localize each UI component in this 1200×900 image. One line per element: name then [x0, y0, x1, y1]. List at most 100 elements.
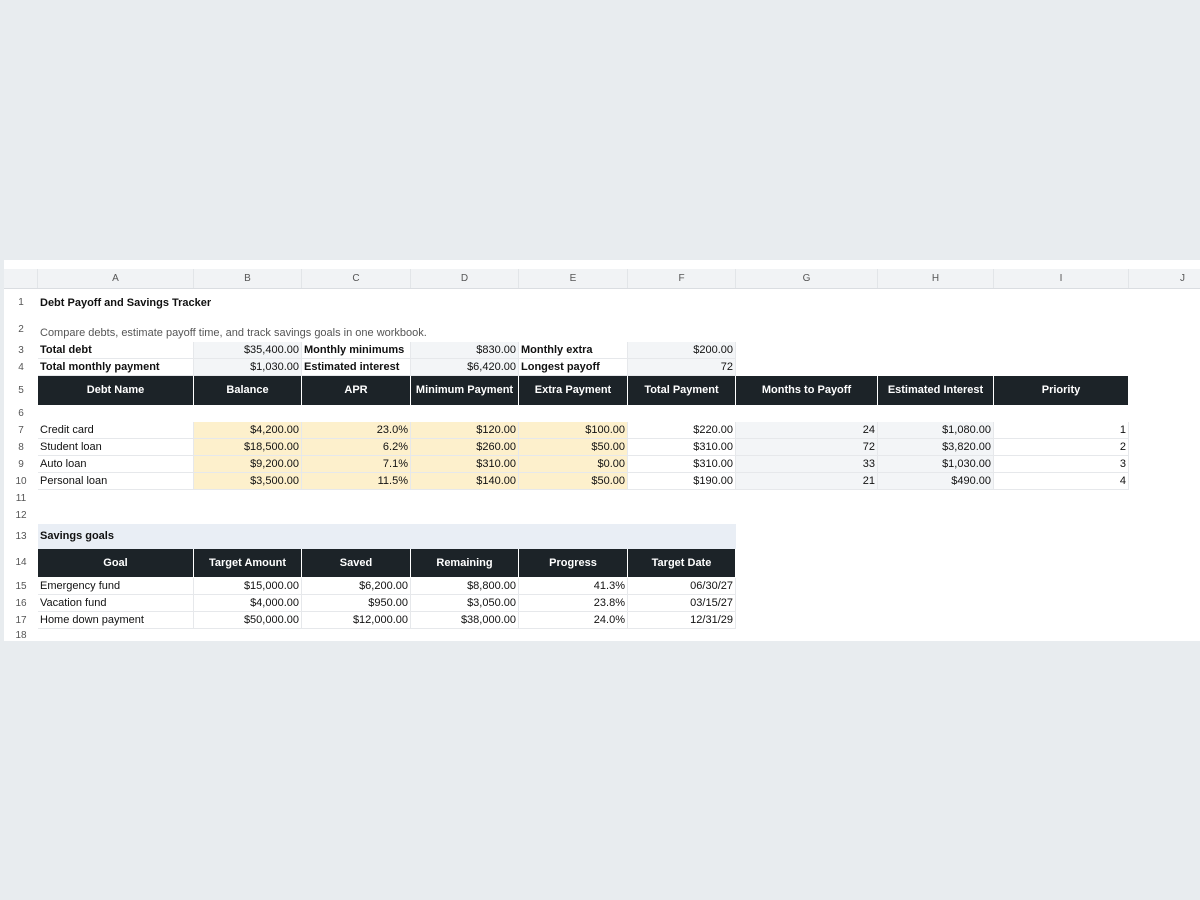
debt-cell-priority[interactable]: 3 [994, 456, 1129, 473]
debt-header-months-to-payoff[interactable]: Months to Payoff [736, 376, 878, 405]
savings-header-target-date[interactable]: Target Date [628, 549, 736, 577]
savings-header-remaining[interactable]: Remaining [411, 549, 519, 577]
monthly-minimums-label[interactable]: Monthly minimums [302, 342, 411, 359]
column-header-e[interactable]: E [519, 269, 628, 288]
column-header-i[interactable]: I [994, 269, 1129, 288]
column-header-a[interactable]: A [38, 269, 194, 288]
savings-cell-saved[interactable]: $6,200.00 [302, 578, 411, 595]
debt-cell-extra-payment[interactable]: $100.00 [519, 422, 628, 439]
column-header-c[interactable]: C [302, 269, 411, 288]
savings-cell-goal[interactable]: Vacation fund [38, 595, 194, 612]
column-header-g[interactable]: G [736, 269, 878, 288]
debt-header-balance[interactable]: Balance [194, 376, 302, 405]
estimated-interest-label[interactable]: Estimated interest [302, 359, 411, 376]
select-all-corner[interactable] [4, 269, 38, 288]
row-header-10[interactable]: 10 [4, 473, 38, 490]
savings-cell-progress[interactable]: 41.3% [519, 578, 628, 595]
debt-cell-minimum-payment[interactable]: $260.00 [411, 439, 519, 456]
savings-cell-target-date[interactable]: 03/15/27 [628, 595, 736, 612]
monthly-extra-value[interactable]: $200.00 [628, 342, 736, 359]
debt-cell-priority[interactable]: 4 [994, 473, 1129, 490]
debt-header-total-payment[interactable]: Total Payment [628, 376, 736, 405]
debt-cell-extra-payment[interactable]: $50.00 [519, 439, 628, 456]
debt-cell-estimated-interest[interactable]: $1,080.00 [878, 422, 994, 439]
row-header-7[interactable]: 7 [4, 422, 38, 439]
total-monthly-payment-value[interactable]: $1,030.00 [194, 359, 302, 376]
estimated-interest-value[interactable]: $6,420.00 [411, 359, 519, 376]
debt-cell-estimated-interest[interactable]: $1,030.00 [878, 456, 994, 473]
row-header-15[interactable]: 15 [4, 578, 38, 595]
debt-cell-apr[interactable]: 23.0% [302, 422, 411, 439]
debt-cell-balance[interactable]: $3,500.00 [194, 473, 302, 490]
row-header-16[interactable]: 16 [4, 595, 38, 612]
row-header-17[interactable]: 17 [4, 612, 38, 629]
debt-header-name[interactable]: Debt Name [38, 376, 194, 405]
column-header-b[interactable]: B [194, 269, 302, 288]
debt-cell-priority[interactable]: 1 [994, 422, 1129, 439]
debt-cell-name[interactable]: Credit card [38, 422, 194, 439]
debt-header-extra-payment[interactable]: Extra Payment [519, 376, 628, 405]
row-header-5[interactable]: 5 [4, 376, 38, 405]
savings-header-goal[interactable]: Goal [38, 549, 194, 577]
savings-header-progress[interactable]: Progress [519, 549, 628, 577]
debt-cell-balance[interactable]: $4,200.00 [194, 422, 302, 439]
spreadsheet-grid[interactable]: A B C D E F G H I J 1 2 3 4 5 6 7 8 9 10… [4, 260, 1200, 641]
column-header-h[interactable]: H [878, 269, 994, 288]
debt-cell-extra-payment[interactable]: $50.00 [519, 473, 628, 490]
debt-header-priority[interactable]: Priority [994, 376, 1129, 405]
savings-cell-target-amount[interactable]: $15,000.00 [194, 578, 302, 595]
debt-cell-balance[interactable]: $18,500.00 [194, 439, 302, 456]
savings-cell-saved[interactable]: $12,000.00 [302, 612, 411, 629]
row-header-3[interactable]: 3 [4, 342, 38, 359]
longest-payoff-label[interactable]: Longest payoff [519, 359, 628, 376]
row-header-12[interactable]: 12 [4, 507, 38, 524]
monthly-extra-label[interactable]: Monthly extra [519, 342, 628, 359]
debt-cell-months-to-payoff[interactable]: 24 [736, 422, 878, 439]
savings-header-target-amount[interactable]: Target Amount [194, 549, 302, 577]
row-header-4[interactable]: 4 [4, 359, 38, 376]
savings-cell-target-amount[interactable]: $50,000.00 [194, 612, 302, 629]
savings-cell-goal[interactable]: Home down payment [38, 612, 194, 629]
row-header-9[interactable]: 9 [4, 456, 38, 473]
savings-section-label[interactable]: Savings goals [38, 524, 338, 549]
debt-cell-name[interactable]: Student loan [38, 439, 194, 456]
debt-cell-total-payment[interactable]: $220.00 [628, 422, 736, 439]
savings-cell-progress[interactable]: 23.8% [519, 595, 628, 612]
debt-cell-months-to-payoff[interactable]: 72 [736, 439, 878, 456]
savings-cell-target-date[interactable]: 06/30/27 [628, 578, 736, 595]
savings-cell-remaining[interactable]: $3,050.00 [411, 595, 519, 612]
savings-cell-goal[interactable]: Emergency fund [38, 578, 194, 595]
debt-cell-minimum-payment[interactable]: $120.00 [411, 422, 519, 439]
savings-header-saved[interactable]: Saved [302, 549, 411, 577]
debt-cell-apr[interactable]: 6.2% [302, 439, 411, 456]
debt-cell-total-payment[interactable]: $310.00 [628, 439, 736, 456]
debt-cell-apr[interactable]: 11.5% [302, 473, 411, 490]
savings-cell-target-date[interactable]: 12/31/29 [628, 612, 736, 629]
longest-payoff-value[interactable]: 72 [628, 359, 736, 376]
row-header-1[interactable]: 1 [4, 296, 38, 310]
debt-cell-minimum-payment[interactable]: $310.00 [411, 456, 519, 473]
debt-cell-estimated-interest[interactable]: $490.00 [878, 473, 994, 490]
row-header-11[interactable]: 11 [4, 490, 38, 507]
savings-cell-saved[interactable]: $950.00 [302, 595, 411, 612]
savings-cell-remaining[interactable]: $38,000.00 [411, 612, 519, 629]
total-debt-label[interactable]: Total debt [38, 342, 194, 359]
row-header-18[interactable]: 18 [4, 629, 38, 641]
total-monthly-payment-label[interactable]: Total monthly payment [38, 359, 194, 376]
sheet-subtitle[interactable]: Compare debts, estimate payoff time, and… [38, 326, 638, 341]
column-header-j[interactable]: J [1129, 269, 1200, 288]
debt-cell-balance[interactable]: $9,200.00 [194, 456, 302, 473]
debt-cell-estimated-interest[interactable]: $3,820.00 [878, 439, 994, 456]
row-header-2[interactable]: 2 [4, 323, 38, 337]
debt-cell-total-payment[interactable]: $190.00 [628, 473, 736, 490]
column-header-f[interactable]: F [628, 269, 736, 288]
savings-cell-target-amount[interactable]: $4,000.00 [194, 595, 302, 612]
column-header-d[interactable]: D [411, 269, 519, 288]
debt-header-apr[interactable]: APR [302, 376, 411, 405]
debt-header-minimum-payment[interactable]: Minimum Payment [411, 376, 519, 405]
savings-cell-progress[interactable]: 24.0% [519, 612, 628, 629]
debt-header-estimated-interest[interactable]: Estimated Interest [878, 376, 994, 405]
debt-cell-extra-payment[interactable]: $0.00 [519, 456, 628, 473]
row-header-13[interactable]: 13 [4, 524, 38, 549]
debt-cell-total-payment[interactable]: $310.00 [628, 456, 736, 473]
